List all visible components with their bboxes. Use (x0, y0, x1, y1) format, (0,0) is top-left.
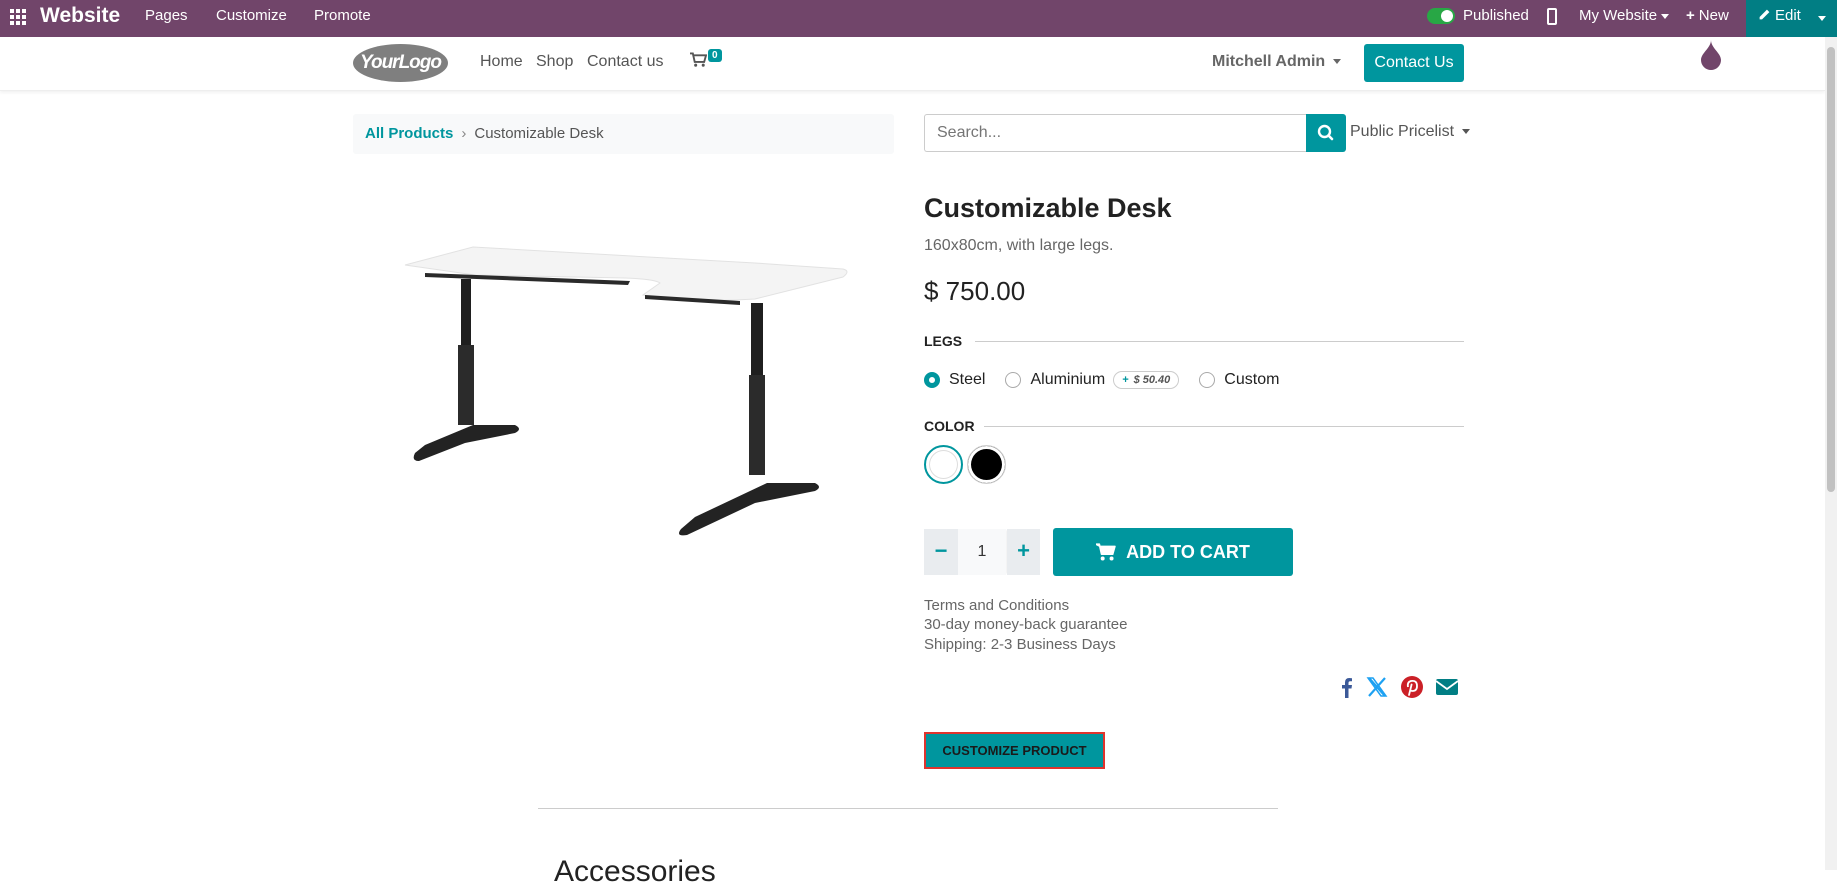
plus-icon: + (1686, 7, 1695, 24)
nav-shop[interactable]: Shop (536, 53, 573, 71)
price-extra-value: $ 50.40 (1133, 374, 1171, 386)
terms-link[interactable]: Terms and Conditions (924, 597, 1069, 614)
menu-promote[interactable]: Promote (314, 7, 371, 24)
user-menu[interactable]: Mitchell Admin (1212, 53, 1342, 71)
email-icon[interactable] (1434, 674, 1460, 700)
menu-pages[interactable]: Pages (145, 7, 188, 24)
accessories-heading: Accessories (554, 855, 716, 888)
breadcrumb-current: Customizable Desk (474, 125, 604, 142)
breadcrumb: All Products › Customizable Desk (353, 114, 894, 154)
radio-aluminium[interactable] (1005, 372, 1022, 388)
search-icon (1317, 124, 1334, 141)
x-twitter-icon[interactable] (1364, 674, 1390, 700)
cart-count-badge: 0 (708, 49, 722, 62)
divider (975, 341, 1464, 342)
attribute-legs-label: LEGS (924, 333, 963, 349)
product-image[interactable] (395, 235, 855, 545)
toggle-switch-icon[interactable] (1427, 7, 1455, 24)
my-website-label: My Website (1579, 7, 1658, 24)
guarantee-text: 30-day money-back guarantee (924, 616, 1128, 633)
nav-contact-us[interactable]: Contact us (587, 53, 663, 71)
product-title: Customizable Desk (924, 193, 1172, 223)
add-to-cart-button[interactable]: ADD TO CART (1053, 528, 1293, 576)
new-label: New (1698, 7, 1729, 24)
page-scrollbar[interactable] (1825, 37, 1837, 870)
pinterest-icon[interactable] (1399, 674, 1425, 700)
facebook-icon[interactable] (1334, 674, 1360, 700)
menu-customize[interactable]: Customize (216, 7, 287, 24)
chevron-down-icon[interactable] (1818, 16, 1826, 21)
pencil-icon (1759, 9, 1770, 20)
quantity-input[interactable]: 1 (958, 529, 1006, 575)
option-aluminium-label[interactable]: Aluminium (1030, 371, 1105, 389)
apps-grid-icon[interactable] (10, 9, 26, 25)
shopping-cart-icon (1096, 543, 1116, 561)
odoo-admin-bar: Website Pages Customize Promote Publishe… (0, 0, 1837, 37)
price-extra-badge: + $ 50.40 (1113, 371, 1180, 389)
product-price: $ 750.00 (924, 276, 1026, 306)
radio-custom[interactable] (1199, 372, 1216, 388)
customize-product-button[interactable]: CUSTOMIZE PRODUCT (924, 732, 1105, 769)
my-website-dropdown[interactable]: My Website (1579, 7, 1670, 24)
shopping-cart-icon[interactable] (690, 52, 707, 68)
theme-drop-icon[interactable] (1700, 40, 1722, 70)
plus-sign: + (1122, 374, 1129, 386)
new-button[interactable]: + New (1686, 7, 1729, 24)
section-divider (538, 808, 1278, 809)
mobile-preview-icon[interactable] (1547, 8, 1557, 25)
edit-label: Edit (1775, 7, 1801, 24)
option-steel-label[interactable]: Steel (949, 371, 985, 389)
nav-home[interactable]: Home (480, 53, 523, 71)
option-custom-label[interactable]: Custom (1224, 371, 1279, 389)
user-name: Mitchell Admin (1212, 53, 1326, 70)
chevron-down-icon (1661, 13, 1670, 19)
color-swatch-white[interactable] (924, 445, 963, 484)
divider (984, 426, 1464, 427)
chevron-down-icon (1462, 129, 1471, 135)
quantity-minus-button[interactable]: − (924, 529, 958, 575)
chevron-right-icon: › (461, 125, 467, 142)
site-logo[interactable]: YourLogo (353, 44, 448, 82)
published-toggle[interactable]: Published (1427, 7, 1529, 24)
attribute-color-label: COLOR (924, 418, 975, 434)
color-swatch-black[interactable] (967, 445, 1006, 484)
website-header: YourLogo Home Shop Contact us 0 Mitchell… (0, 37, 1825, 91)
radio-steel[interactable] (924, 372, 940, 388)
edit-button[interactable]: Edit (1746, 0, 1837, 37)
search-input[interactable] (924, 114, 1307, 152)
chevron-down-icon (1333, 59, 1342, 65)
quantity-plus-button[interactable]: + (1007, 529, 1040, 575)
quantity-stepper: − 1 (924, 529, 1007, 575)
published-label: Published (1463, 7, 1529, 24)
product-description: 160x80cm, with large legs. (924, 237, 1114, 254)
shipping-text: Shipping: 2-3 Business Days (924, 636, 1116, 653)
pricelist-label: Public Pricelist (1350, 123, 1455, 140)
scrollbar-thumb[interactable] (1827, 47, 1835, 492)
legs-options: Steel Aluminium + $ 50.40 Custom (924, 371, 1279, 389)
pricelist-dropdown[interactable]: Public Pricelist (1350, 123, 1471, 141)
search-button[interactable] (1306, 114, 1346, 152)
contact-us-button[interactable]: Contact Us (1364, 44, 1464, 82)
app-brand[interactable]: Website (40, 4, 120, 28)
breadcrumb-all-products[interactable]: All Products (365, 125, 453, 142)
add-to-cart-label: ADD TO CART (1126, 541, 1250, 562)
